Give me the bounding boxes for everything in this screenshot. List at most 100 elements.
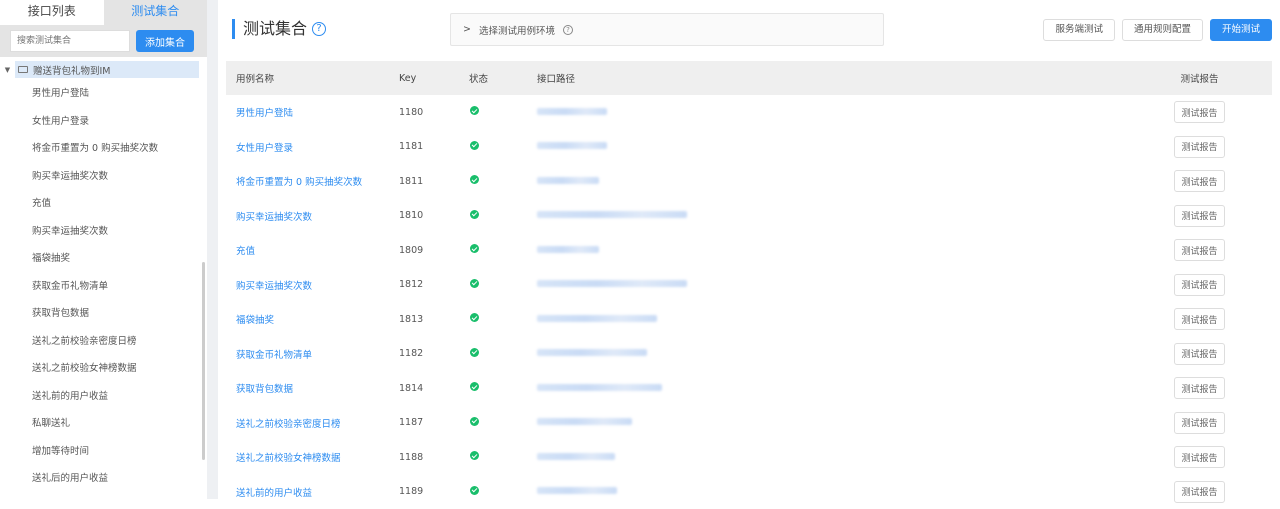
test-report-button[interactable]: 测试报告 — [1174, 136, 1225, 158]
blurred-api-path — [537, 177, 599, 184]
help-icon[interactable]: ? — [312, 22, 326, 36]
case-key: 1809 — [399, 233, 469, 268]
check-circle-icon — [470, 175, 479, 184]
blurred-api-path — [537, 384, 662, 391]
case-key: 1811 — [399, 164, 469, 199]
test-report-button[interactable]: 测试报告 — [1174, 308, 1225, 330]
case-name-link[interactable]: 购买幸运抽奖次数 — [226, 199, 399, 234]
tree-item[interactable]: 男性用户登陆 — [0, 80, 199, 108]
blurred-api-path — [537, 487, 617, 494]
check-circle-icon — [470, 141, 479, 150]
test-report-button[interactable]: 测试报告 — [1174, 101, 1225, 123]
tab-api-list[interactable]: 接口列表 — [0, 0, 104, 25]
check-circle-icon — [470, 417, 479, 426]
table-row: 购买幸运抽奖次数 1812 测试报告 — [226, 268, 1272, 303]
test-report-button[interactable]: 测试报告 — [1174, 377, 1225, 399]
tree-item[interactable]: 送礼之前校验亲密度日榜 — [0, 328, 199, 356]
case-name-link[interactable]: 购买幸运抽奖次数 — [226, 268, 399, 303]
check-circle-icon — [470, 348, 479, 357]
case-name-link[interactable]: 获取背包数据 — [226, 371, 399, 406]
table-row: 获取背包数据 1814 测试报告 — [226, 371, 1272, 406]
col-status: 状态 — [469, 61, 537, 95]
case-name-link[interactable]: 福袋抽奖 — [226, 302, 399, 337]
test-report-button[interactable]: 测试报告 — [1174, 239, 1225, 261]
case-name-link[interactable]: 获取金币礼物清单 — [226, 337, 399, 372]
tree-item[interactable]: 增加等待时间 — [0, 438, 199, 466]
env-selector[interactable]: > 选择测试用例环境? — [450, 13, 884, 46]
case-key: 1813 — [399, 302, 469, 337]
tree-item[interactable]: 私聊送礼 — [0, 410, 199, 438]
env-label: 选择测试用例环境 — [479, 23, 555, 37]
tree-item[interactable]: 购买幸运抽奖次数 — [0, 218, 199, 246]
case-name-link[interactable]: 送礼之前校验女神榜数据 — [226, 440, 399, 475]
search-collection-input[interactable] — [10, 30, 130, 52]
col-report: 测试报告 — [1127, 61, 1272, 95]
caret-down-icon[interactable]: ▼ — [0, 66, 15, 74]
main-panel: 测试集合? >选择测试用例环境? 服务端测试 通用规则配置 开始测试 用例名称 … — [218, 0, 1280, 499]
tree-item[interactable]: 将金币重置为 0 购买抽奖次数 — [0, 135, 199, 163]
add-collection-button[interactable]: 添加集合 — [136, 30, 194, 52]
tree-item[interactable]: 获取金币礼物清单 — [0, 273, 199, 301]
tree-root-node[interactable]: ▼ 赠送背包礼物到IM — [0, 61, 199, 78]
check-circle-icon — [470, 244, 479, 253]
blurred-api-path — [537, 246, 599, 253]
tree-item[interactable]: 女性用户登录 — [0, 108, 199, 136]
tree-item[interactable]: 福袋抽奖 — [0, 245, 199, 273]
tree-item[interactable]: 获取背包数据 — [0, 300, 199, 328]
check-circle-icon — [470, 313, 479, 322]
test-report-button[interactable]: 测试报告 — [1174, 343, 1225, 365]
test-report-button[interactable]: 测试报告 — [1174, 170, 1225, 192]
tree-item[interactable]: 送礼后的用户收益 — [0, 465, 199, 493]
test-case-table: 用例名称 Key 状态 接口路径 测试报告 男性用户登陆 1180 测试报告 女… — [226, 61, 1272, 509]
case-key: 1180 — [399, 95, 469, 130]
col-name: 用例名称 — [226, 61, 399, 95]
table-row: 福袋抽奖 1813 测试报告 — [226, 302, 1272, 337]
case-key: 1812 — [399, 268, 469, 303]
table-row: 女性用户登录 1181 测试报告 — [226, 130, 1272, 165]
tree-item[interactable]: 充值 — [0, 190, 199, 218]
case-key: 1810 — [399, 199, 469, 234]
test-report-button[interactable]: 测试报告 — [1174, 446, 1225, 468]
col-path: 接口路径 — [537, 61, 1127, 95]
case-name-link[interactable]: 送礼前的用户收益 — [226, 475, 399, 509]
test-report-button[interactable]: 测试报告 — [1174, 412, 1225, 434]
table-row: 送礼前的用户收益 1189 测试报告 — [226, 475, 1272, 509]
page-title: 测试集合? — [232, 19, 326, 39]
check-circle-icon — [470, 210, 479, 219]
case-key: 1189 — [399, 475, 469, 509]
help-icon[interactable]: ? — [563, 25, 573, 35]
test-report-button[interactable]: 测试报告 — [1174, 481, 1225, 503]
tree-item[interactable]: 送礼之前校验女神榜数据 — [0, 355, 199, 383]
folder-icon — [18, 66, 28, 73]
case-name-link[interactable]: 送礼之前校验亲密度日榜 — [226, 406, 399, 441]
blurred-api-path — [537, 280, 687, 287]
table-row: 将金币重置为 0 购买抽奖次数 1811 测试报告 — [226, 164, 1272, 199]
tab-test-collection[interactable]: 测试集合 — [104, 0, 208, 25]
case-key: 1188 — [399, 440, 469, 475]
chevron-right-icon: > — [463, 24, 471, 35]
case-name-link[interactable]: 将金币重置为 0 购买抽奖次数 — [226, 164, 399, 199]
rule-config-button[interactable]: 通用规则配置 — [1122, 19, 1203, 41]
start-test-button[interactable]: 开始测试 — [1210, 19, 1272, 41]
case-key: 1187 — [399, 406, 469, 441]
sidebar-scrollbar[interactable] — [202, 262, 205, 460]
col-key: Key — [399, 61, 469, 95]
tree-item[interactable]: 购买幸运抽奖次数 — [0, 163, 199, 191]
table-row: 男性用户登陆 1180 测试报告 — [226, 95, 1272, 130]
check-circle-icon — [470, 486, 479, 495]
tree-root-label: 赠送背包礼物到IM — [33, 63, 111, 77]
table-row: 购买幸运抽奖次数 1810 测试报告 — [226, 199, 1272, 234]
blurred-api-path — [537, 418, 632, 425]
blurred-api-path — [537, 142, 607, 149]
tree-item[interactable]: 送礼前的用户收益 — [0, 383, 199, 411]
test-report-button[interactable]: 测试报告 — [1174, 274, 1225, 296]
table-row: 充值 1809 测试报告 — [226, 233, 1272, 268]
server-test-button[interactable]: 服务端测试 — [1043, 19, 1115, 41]
page-title-text: 测试集合 — [243, 19, 307, 39]
case-name-link[interactable]: 充值 — [226, 233, 399, 268]
test-report-button[interactable]: 测试报告 — [1174, 205, 1225, 227]
case-name-link[interactable]: 男性用户登陆 — [226, 95, 399, 130]
sidebar: 接口列表 测试集合 添加集合 ▼ 赠送背包礼物到IM 男性用户登陆女性用户登录将… — [0, 0, 207, 499]
case-key: 1182 — [399, 337, 469, 372]
case-name-link[interactable]: 女性用户登录 — [226, 130, 399, 165]
